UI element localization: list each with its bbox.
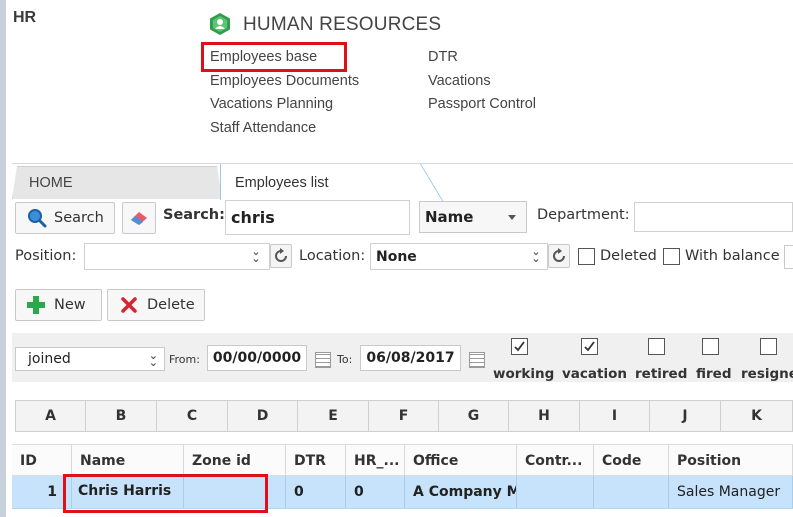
search-input[interactable]: chris <box>225 200 410 235</box>
column-header-id[interactable]: ID <box>12 445 72 476</box>
header-separator <box>12 163 793 164</box>
position-input[interactable] <box>84 243 270 270</box>
hr-module-icon <box>210 13 230 35</box>
cell-contract[interactable] <box>517 476 594 508</box>
column-letter[interactable]: H <box>509 400 580 432</box>
location-input[interactable]: None <box>370 243 548 270</box>
link-dtr[interactable]: DTR <box>428 49 458 65</box>
cell-hr[interactable]: 0 <box>346 476 405 508</box>
cell-office[interactable]: A Company M <box>405 476 517 508</box>
with-balance-checkbox[interactable] <box>663 248 680 265</box>
column-letter[interactable]: F <box>369 400 439 432</box>
link-vacations[interactable]: Vacations <box>428 73 491 89</box>
tab-home-label[interactable]: HOME <box>29 175 73 191</box>
status-working-label: working <box>493 366 555 382</box>
link-staff-attendance[interactable]: Staff Attendance <box>210 120 316 136</box>
deleted-label: Deleted <box>600 248 657 264</box>
location-refresh-button[interactable] <box>548 244 570 268</box>
column-letter[interactable]: A <box>15 400 86 432</box>
column-letter[interactable]: B <box>86 400 157 432</box>
search-button-label: Search <box>54 210 104 226</box>
column-header-position[interactable]: Position <box>669 445 793 476</box>
refresh-icon <box>275 248 287 262</box>
location-dropdown-icon[interactable]: ⌄ ⌄ <box>529 246 543 264</box>
from-label: From: <box>169 353 200 366</box>
date-field-select[interactable]: joined ⌄ ⌄ <box>15 347 165 371</box>
column-letter[interactable]: J <box>650 400 721 432</box>
column-header-office[interactable]: Office <box>405 445 517 476</box>
highlight-frame-row <box>63 474 268 513</box>
cell-dtr[interactable]: 0 <box>286 476 346 508</box>
location-label: Location: <box>299 248 366 264</box>
search-label: Search: <box>163 207 225 223</box>
status-vacation-checkbox[interactable] <box>581 338 598 355</box>
from-date-input[interactable]: 00/00/0000 <box>207 345 307 371</box>
chevron-down-icon: ⌄ ⌄ <box>148 349 158 369</box>
calendar-icon[interactable] <box>469 352 485 368</box>
search-button[interactable]: Search <box>15 202 115 234</box>
section-label: HR <box>13 9 37 26</box>
column-letter[interactable]: I <box>580 400 650 432</box>
delete-button[interactable]: Delete <box>107 289 205 321</box>
column-header-contract[interactable]: Contr... <box>517 445 594 476</box>
cell-position[interactable]: Sales Manager <box>669 476 793 508</box>
to-label: To: <box>337 353 353 366</box>
column-header-code[interactable]: Code <box>594 445 669 476</box>
position-dropdown-icon[interactable]: ⌄ ⌄ <box>249 246 263 264</box>
chevron-down-icon <box>508 214 516 220</box>
search-icon <box>28 209 47 228</box>
module-title: HUMAN RESOURCES <box>243 14 442 35</box>
status-vacation-label: vacation <box>562 366 627 382</box>
link-employees-documents[interactable]: Employees Documents <box>210 73 359 89</box>
status-fired-label: fired <box>696 366 732 382</box>
status-retired-label: retired <box>635 366 688 382</box>
column-letter[interactable]: K <box>721 400 793 432</box>
checkmark-icon <box>584 341 595 352</box>
link-passport-control[interactable]: Passport Control <box>428 96 536 112</box>
tab-employees-list-label[interactable]: Employees list <box>235 175 328 191</box>
new-button[interactable]: New <box>15 289 102 321</box>
clear-search-button[interactable] <box>122 202 156 234</box>
new-button-label: New <box>54 297 86 313</box>
delete-x-icon <box>121 297 137 313</box>
plus-icon <box>27 296 45 314</box>
sort-field-select[interactable]: Name <box>419 201 527 233</box>
link-vacations-planning[interactable]: Vacations Planning <box>210 96 333 112</box>
table-header-row: ID Name Zone id DTR HR_... Office Contr.… <box>12 444 793 476</box>
left-edge-bar <box>0 0 6 517</box>
status-working-checkbox[interactable] <box>511 338 528 355</box>
date-field-value: joined <box>28 351 71 367</box>
status-resigned-checkbox[interactable] <box>760 338 777 355</box>
column-letter[interactable]: C <box>157 400 228 432</box>
deleted-checkbox[interactable] <box>578 248 595 265</box>
status-resigned-label: resigne <box>741 366 793 382</box>
column-header-name[interactable]: Name <box>72 445 184 476</box>
status-fired-checkbox[interactable] <box>702 338 719 355</box>
column-header-dtr[interactable]: DTR <box>286 445 346 476</box>
column-header-hr[interactable]: HR_... <box>346 445 405 476</box>
column-header-zone-id[interactable]: Zone id <box>184 445 286 476</box>
eraser-icon <box>131 212 147 225</box>
cell-code[interactable] <box>594 476 669 508</box>
position-label: Position: <box>15 248 77 264</box>
position-refresh-button[interactable] <box>270 244 292 268</box>
column-letter[interactable]: D <box>228 400 298 432</box>
sheet-column-letters: A B C D E F G H I J K <box>15 400 793 432</box>
checkmark-icon <box>514 341 525 352</box>
with-balance-label: With balance <box>685 248 780 264</box>
calendar-icon[interactable] <box>315 352 331 368</box>
refresh-icon <box>553 248 565 262</box>
status-retired-checkbox[interactable] <box>648 338 665 355</box>
to-date-input[interactable]: 06/08/2017 <box>360 345 461 371</box>
column-letter[interactable]: G <box>439 400 509 432</box>
department-input[interactable] <box>634 202 793 232</box>
sort-field-value: Name <box>425 208 474 226</box>
link-employees-base[interactable]: Employees base <box>210 49 317 65</box>
column-letter[interactable]: E <box>298 400 369 432</box>
clipped-field <box>784 245 793 269</box>
department-label: Department: <box>537 207 630 223</box>
delete-button-label: Delete <box>147 297 195 313</box>
